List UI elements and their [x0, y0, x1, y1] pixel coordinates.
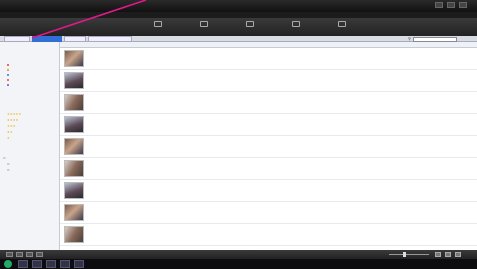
- start-button[interactable]: [4, 260, 12, 268]
- table-row[interactable]: [60, 136, 477, 158]
- rating-5-stars[interactable]: ★★★★★: [7, 112, 21, 116]
- taskbar-app-icon[interactable]: [60, 260, 70, 268]
- sidebar: ★★★★★ ★★★★ ★★★ ★★ ★ ▭ ▭ ▭: [0, 42, 60, 250]
- rating-2-stars[interactable]: ★★: [7, 130, 13, 134]
- label-color-dot: [7, 79, 9, 81]
- taskbar-app-icon[interactable]: [74, 260, 84, 268]
- table-row[interactable]: [60, 224, 477, 246]
- table-row[interactable]: [60, 114, 477, 136]
- toolbar: [0, 18, 477, 36]
- zoom-slider[interactable]: [389, 252, 429, 257]
- view-list-button[interactable]: [445, 252, 451, 257]
- toolbar-button-4[interactable]: [278, 21, 314, 34]
- toolbar-button-5[interactable]: [324, 21, 360, 34]
- sidebar-item-label-1[interactable]: [7, 64, 11, 66]
- toolbar-button-3[interactable]: [232, 21, 268, 34]
- folder-icon: ▭: [3, 156, 6, 160]
- info-toggle-button[interactable]: [26, 252, 33, 257]
- app-window: ⚲ ★★★★★ ★★★★ ★★★ ★★ ★ ▭ ▭ ▭: [0, 0, 477, 269]
- table-row[interactable]: [60, 158, 477, 180]
- folder-icon: ▭: [7, 162, 10, 166]
- sidebar-item-label-3[interactable]: [7, 74, 11, 76]
- rating-3-stars[interactable]: ★★★: [7, 124, 16, 128]
- file-list: [60, 42, 477, 250]
- folder-icon: [292, 21, 300, 27]
- label-color-dot: [7, 84, 9, 86]
- sidebar-toggle-button[interactable]: [6, 252, 13, 257]
- camera-icon: [200, 21, 208, 27]
- table-row[interactable]: [60, 180, 477, 202]
- close-button[interactable]: [459, 2, 467, 8]
- table-row[interactable]: [60, 48, 477, 70]
- thumbnail: [64, 72, 84, 89]
- window-controls: [435, 2, 467, 8]
- import-icon: [154, 21, 162, 27]
- taskbar-app-icon[interactable]: [46, 260, 56, 268]
- title-bar: [0, 0, 477, 12]
- sidebar-folder-root[interactable]: ▭: [3, 156, 8, 160]
- sidebar-folder-1[interactable]: ▭: [7, 162, 12, 166]
- share-icon: [246, 21, 254, 27]
- label-color-dot: [7, 69, 9, 71]
- table-row[interactable]: [60, 202, 477, 224]
- toolbar-button-2[interactable]: [186, 21, 222, 34]
- taskbar-app-icon[interactable]: [18, 260, 28, 268]
- thumbnail: [64, 116, 84, 133]
- print-icon: [338, 21, 346, 27]
- thumbnail: [64, 204, 84, 221]
- thumbnail: [64, 226, 84, 243]
- thumbnail: [64, 138, 84, 155]
- folder-icon: ▭: [7, 168, 10, 172]
- table-row[interactable]: [60, 70, 477, 92]
- label-color-dot: [7, 64, 9, 66]
- thumbnail: [64, 182, 84, 199]
- thumbnail: [64, 94, 84, 111]
- view-detail-button[interactable]: [455, 252, 461, 257]
- sidebar-item-label-2[interactable]: [7, 69, 11, 71]
- os-taskbar: [0, 259, 477, 269]
- status-bar: [0, 250, 477, 259]
- thumbnail: [64, 50, 84, 67]
- sidebar-item-label-5[interactable]: [7, 84, 11, 86]
- minimize-button[interactable]: [435, 2, 443, 8]
- sidebar-folder-2[interactable]: ▭: [7, 168, 12, 172]
- table-row[interactable]: [60, 92, 477, 114]
- rotate-button[interactable]: [36, 252, 43, 257]
- rating-4-stars[interactable]: ★★★★: [7, 118, 19, 122]
- view-grid-button[interactable]: [435, 252, 441, 257]
- zoom-slider-knob[interactable]: [403, 252, 406, 257]
- maximize-button[interactable]: [447, 2, 455, 8]
- rating-1-star[interactable]: ★: [7, 136, 10, 140]
- thumbnail: [64, 160, 84, 177]
- preview-toggle-button[interactable]: [16, 252, 23, 257]
- taskbar-app-icon[interactable]: [32, 260, 42, 268]
- toolbar-button-1[interactable]: [140, 21, 176, 34]
- sidebar-item-label-4[interactable]: [7, 79, 11, 81]
- label-color-dot: [7, 74, 9, 76]
